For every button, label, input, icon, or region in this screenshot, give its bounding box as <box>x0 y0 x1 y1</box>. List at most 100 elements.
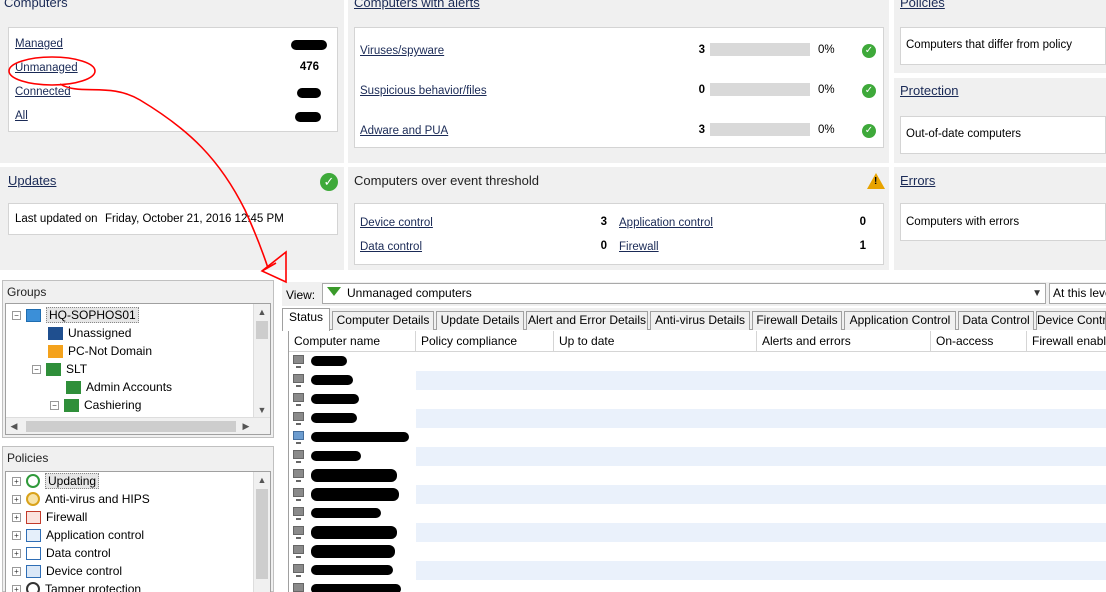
group-pc-not-domain[interactable]: PC-Not Domain <box>48 342 152 360</box>
policy-firewall[interactable]: + Firewall <box>12 508 87 526</box>
group-hq[interactable]: − HQ-SOPHOS01 <box>12 306 139 324</box>
tab-update-details[interactable]: Update Details <box>436 311 524 330</box>
device-control-count: 3 <box>600 216 607 228</box>
table-row[interactable] <box>289 409 1106 428</box>
unmanaged-link[interactable]: Unmanaged <box>15 62 78 74</box>
policy-device-control[interactable]: + Device control <box>12 562 122 580</box>
alerts-panel-title[interactable]: Computers with alerts <box>354 0 480 16</box>
redacted-computer-name <box>311 394 359 404</box>
expand-icon[interactable]: + <box>12 548 21 558</box>
data-control-link[interactable]: Data control <box>360 241 422 253</box>
tab-firewall-details[interactable]: Firewall Details <box>752 311 842 330</box>
adware-percent: 0% <box>818 124 835 136</box>
tab-status[interactable]: Status <box>282 308 330 331</box>
suspicious-behavior-link[interactable]: Suspicious behavior/files <box>360 85 487 97</box>
table-row[interactable] <box>289 542 1106 561</box>
policies-title: Policies <box>7 451 49 465</box>
collapse-icon[interactable]: − <box>50 400 59 410</box>
policy-data-control[interactable]: + Data control <box>12 544 111 562</box>
policy-antivirus[interactable]: + Anti-virus and HIPS <box>12 490 150 508</box>
firewall-icon <box>26 510 41 524</box>
group-unassigned[interactable]: Unassigned <box>48 324 131 342</box>
warning-triangle-icon: ! <box>867 173 885 189</box>
application-control-link[interactable]: Application control <box>619 217 713 229</box>
expand-icon[interactable]: + <box>12 584 21 592</box>
check-circle-icon: ✓ <box>862 84 876 98</box>
group-slt[interactable]: − SLT <box>32 360 87 378</box>
tab-computer-details[interactable]: Computer Details <box>332 311 434 330</box>
out-of-date-text[interactable]: Out-of-date computers <box>906 128 1021 140</box>
group-cashiering[interactable]: − Cashiering <box>50 396 141 414</box>
table-row[interactable] <box>289 466 1106 485</box>
expand-icon[interactable]: + <box>12 566 21 576</box>
collapse-icon[interactable]: − <box>12 310 21 320</box>
redacted-computer-name <box>311 469 397 482</box>
groups-vertical-scrollbar[interactable]: ▲ ▼ <box>253 304 270 418</box>
policy-tamper-protection[interactable]: + Tamper protection <box>12 580 141 592</box>
computers-panel-title: Computers <box>4 0 68 10</box>
table-row[interactable] <box>289 523 1106 542</box>
table-row[interactable] <box>289 390 1106 409</box>
computers-with-errors-text[interactable]: Computers with errors <box>906 216 1019 228</box>
policy-updating[interactable]: + Updating <box>12 472 100 490</box>
all-link[interactable]: All <box>15 110 28 122</box>
table-row[interactable] <box>289 371 1106 390</box>
redacted-computer-name <box>311 413 357 423</box>
redacted-computer-name <box>311 432 409 442</box>
table-row[interactable] <box>289 504 1106 523</box>
expand-icon[interactable]: + <box>12 512 21 522</box>
computer-icon <box>293 488 304 501</box>
view-select[interactable]: Unmanaged computers ▼ <box>322 283 1046 304</box>
errors-title[interactable]: Errors <box>900 170 935 194</box>
scroll-down-icon[interactable]: ▼ <box>254 402 270 418</box>
scroll-right-icon[interactable]: ▶ <box>238 418 254 434</box>
policies-summary-title[interactable]: Policies <box>900 0 945 16</box>
column-firewall-enabled[interactable]: Firewall enabled <box>1027 331 1106 352</box>
tab-alert-error-details[interactable]: Alert and Error Details <box>526 311 648 330</box>
column-computer-name[interactable]: Computer name <box>289 331 416 352</box>
column-policy-compliance[interactable]: Policy compliance <box>416 331 554 352</box>
table-row[interactable] <box>289 485 1106 504</box>
connected-link[interactable]: Connected <box>15 86 71 98</box>
groups-horizontal-scrollbar[interactable]: ◀ ▶ <box>6 417 270 434</box>
tab-antivirus-details[interactable]: Anti-virus Details <box>650 311 750 330</box>
collapse-icon[interactable]: − <box>32 364 41 374</box>
chevron-down-icon[interactable]: ▼ <box>1032 284 1042 303</box>
column-up-to-date[interactable]: Up to date <box>554 331 757 352</box>
differ-from-policy-text[interactable]: Computers that differ from policy <box>906 39 1072 51</box>
table-row[interactable] <box>289 428 1106 447</box>
protection-title[interactable]: Protection <box>900 80 959 104</box>
tab-data-control[interactable]: Data Control <box>958 311 1034 330</box>
firewall-link[interactable]: Firewall <box>619 241 659 253</box>
level-select[interactable]: At this level <box>1049 283 1106 304</box>
redacted-computer-name <box>311 584 401 592</box>
tab-application-control[interactable]: Application Control <box>844 311 956 330</box>
managed-link[interactable]: Managed <box>15 38 63 50</box>
group-admin-accounts[interactable]: Admin Accounts <box>66 378 172 396</box>
device-control-link[interactable]: Device control <box>360 217 433 229</box>
adware-pua-link[interactable]: Adware and PUA <box>360 125 448 137</box>
table-row[interactable] <box>289 352 1106 371</box>
updates-title[interactable]: Updates <box>8 170 56 194</box>
column-on-access[interactable]: On-access <box>931 331 1027 352</box>
scroll-thumb[interactable] <box>26 421 236 432</box>
table-row[interactable] <box>289 580 1106 592</box>
scroll-thumb[interactable] <box>256 321 268 339</box>
column-alerts-errors[interactable]: Alerts and errors <box>757 331 931 352</box>
viruses-spyware-link[interactable]: Viruses/spyware <box>360 45 444 57</box>
scroll-up-icon[interactable]: ▲ <box>254 472 270 488</box>
expand-icon[interactable]: + <box>12 494 21 504</box>
expand-icon[interactable]: + <box>12 530 21 540</box>
scroll-thumb[interactable] <box>256 489 268 579</box>
scroll-left-icon[interactable]: ◀ <box>6 418 22 434</box>
updates-panel: Updates ✓ Last updated on Friday, Octobe… <box>0 167 344 270</box>
unmanaged-count: 476 <box>299 61 319 73</box>
scroll-up-icon[interactable]: ▲ <box>254 304 270 320</box>
policy-application-control[interactable]: + Application control <box>12 526 144 544</box>
tab-device-control[interactable]: Device Control <box>1036 311 1106 330</box>
policies-vertical-scrollbar[interactable]: ▲ <box>253 472 270 592</box>
table-row[interactable] <box>289 447 1106 466</box>
redacted-managed-count <box>291 40 327 50</box>
expand-icon[interactable]: + <box>12 476 21 486</box>
table-row[interactable] <box>289 561 1106 580</box>
